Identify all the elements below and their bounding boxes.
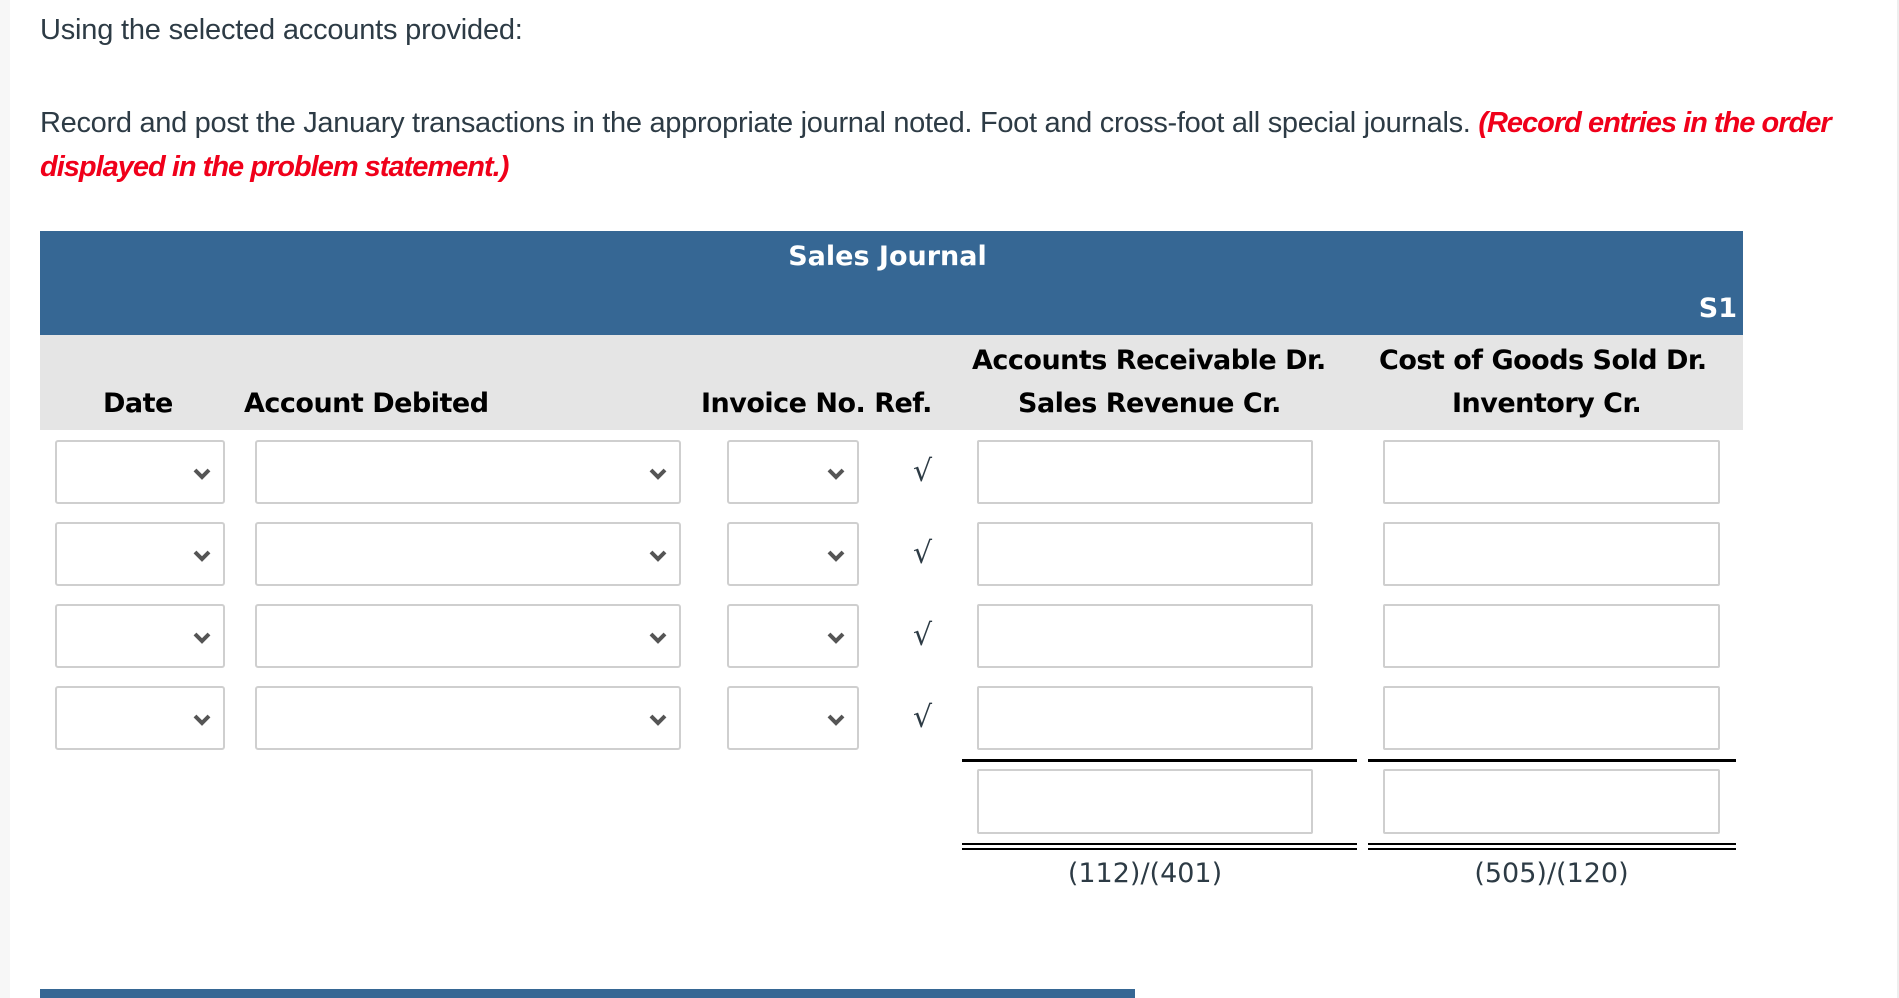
- posted-check-mark: √: [913, 618, 933, 653]
- posted-check-mark: √: [913, 536, 933, 571]
- account-debited-select[interactable]: [255, 686, 681, 750]
- subtotal-rule-ar: [962, 759, 1357, 762]
- total-double-rule-cogs-top: [1368, 843, 1736, 845]
- chevron-down-icon: [649, 632, 667, 644]
- chevron-down-icon: [827, 714, 845, 726]
- chevron-down-icon: [649, 468, 667, 480]
- column-cogs-dr: Cost of Goods Sold Dr.: [1379, 345, 1707, 376]
- invoice-no-select[interactable]: [727, 440, 859, 504]
- posted-check-mark: √: [913, 454, 933, 489]
- chevron-down-icon: [649, 550, 667, 562]
- totals-row: [0, 769, 1899, 834]
- column-ar-dr: Accounts Receivable Dr.: [972, 345, 1326, 376]
- account-debited-select[interactable]: [255, 604, 681, 668]
- invoice-no-select[interactable]: [727, 604, 859, 668]
- ar-sales-input[interactable]: [977, 522, 1313, 586]
- journal-row: √: [0, 604, 1899, 668]
- chevron-down-icon: [649, 714, 667, 726]
- column-invoice-ref: Invoice No. Ref.: [701, 388, 932, 419]
- ar-sales-input[interactable]: [977, 686, 1313, 750]
- column-header: Date Account Debited Invoice No. Ref. Ac…: [40, 335, 1743, 430]
- chevron-down-icon: [827, 550, 845, 562]
- cogs-inventory-input[interactable]: [1383, 522, 1720, 586]
- chevron-down-icon: [193, 714, 211, 726]
- chevron-down-icon: [827, 468, 845, 480]
- posted-check-mark: √: [913, 700, 933, 735]
- account-debited-select[interactable]: [255, 522, 681, 586]
- cogs-inventory-input[interactable]: [1383, 686, 1720, 750]
- chevron-down-icon: [827, 632, 845, 644]
- account-debited-select[interactable]: [255, 440, 681, 504]
- cogs-inventory-total-input[interactable]: [1383, 769, 1720, 834]
- ar-sales-input[interactable]: [977, 440, 1313, 504]
- column-account-debited: Account Debited: [244, 388, 489, 419]
- total-double-rule-ar-bottom: [962, 848, 1357, 850]
- instructions-paragraph: Record and post the January transactions…: [40, 101, 1870, 189]
- cogs-inventory-input[interactable]: [1383, 440, 1720, 504]
- instructions-body: Record and post the January transactions…: [40, 107, 1479, 139]
- journal-title-band: Sales Journal S1: [40, 231, 1743, 335]
- intro-text: Using the selected accounts provided:: [40, 14, 523, 46]
- chevron-down-icon: [193, 632, 211, 644]
- ar-sales-input[interactable]: [977, 604, 1313, 668]
- journal-row: √: [0, 522, 1899, 586]
- column-sales-revenue-cr: Sales Revenue Cr.: [1018, 388, 1281, 419]
- invoice-no-select[interactable]: [727, 522, 859, 586]
- journal-code: S1: [1698, 293, 1737, 324]
- journal-row: √: [0, 686, 1899, 750]
- next-section-band: [40, 989, 1135, 998]
- posting-ref-cogs-inventory: (505)/(120): [1474, 858, 1629, 889]
- date-select[interactable]: [55, 604, 225, 668]
- invoice-no-select[interactable]: [727, 686, 859, 750]
- column-inventory-cr: Inventory Cr.: [1452, 388, 1642, 419]
- journal-title: Sales Journal: [788, 241, 987, 272]
- chevron-down-icon: [193, 550, 211, 562]
- subtotal-rule-cogs: [1368, 759, 1736, 762]
- cogs-inventory-input[interactable]: [1383, 604, 1720, 668]
- ar-sales-total-input[interactable]: [977, 769, 1313, 834]
- posting-ref-ar-sales: (112)/(401): [1067, 858, 1223, 889]
- column-date: Date: [103, 388, 173, 419]
- date-select[interactable]: [55, 440, 225, 504]
- total-double-rule-cogs-bottom: [1368, 848, 1736, 850]
- chevron-down-icon: [193, 468, 211, 480]
- journal-row: √: [0, 440, 1899, 504]
- date-select[interactable]: [55, 522, 225, 586]
- date-select[interactable]: [55, 686, 225, 750]
- total-double-rule-ar-top: [962, 843, 1357, 845]
